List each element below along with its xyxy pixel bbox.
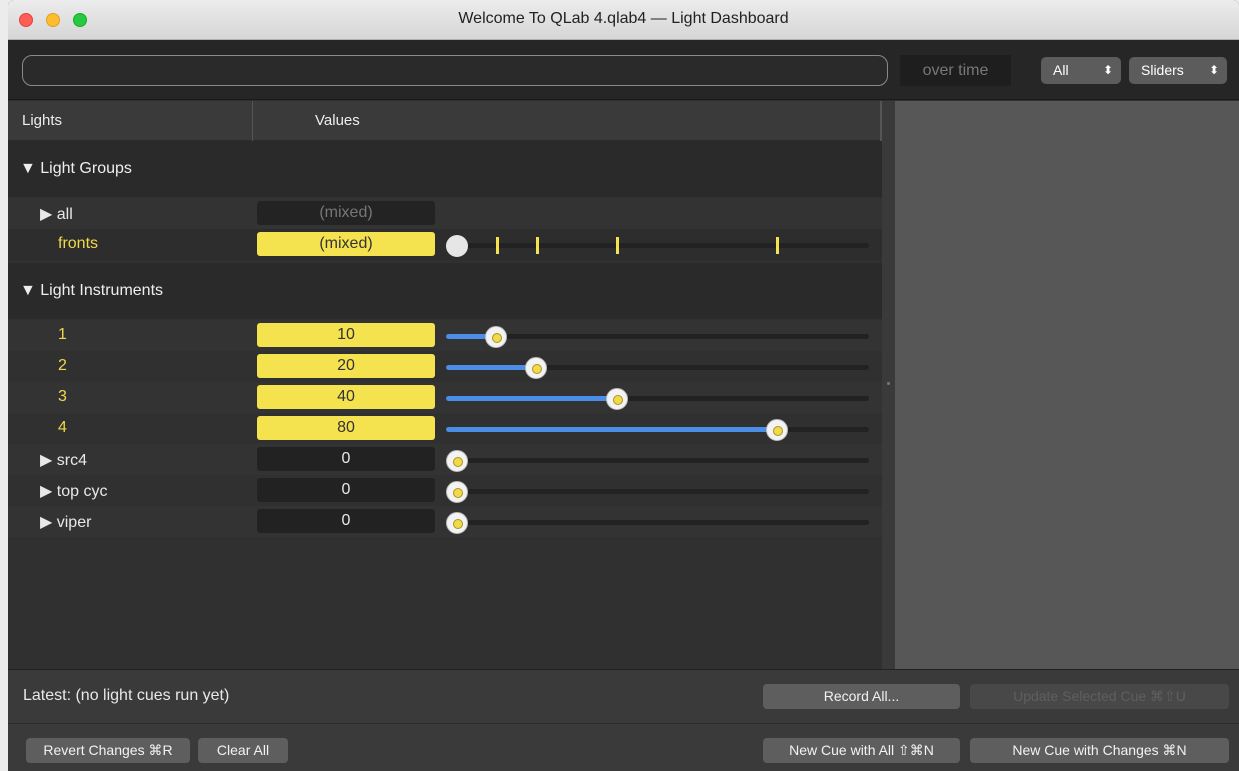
toolbar: over time All ⬍ Sliders ⬍ — [8, 40, 1239, 100]
table-row-instrument-2[interactable]: 2 20 — [8, 351, 882, 382]
search-input[interactable] — [22, 55, 888, 86]
popup-arrows-icon: ⬍ — [1208, 63, 1219, 77]
row-name: 2 — [58, 357, 67, 374]
light-instruments-section[interactable]: ▼ Light Instruments — [8, 263, 882, 319]
window-title: Welcome To QLab 4.qlab4 — Light Dashboar… — [458, 10, 789, 27]
column-header-values[interactable]: Values — [315, 101, 360, 141]
value-field[interactable]: 80 — [257, 416, 435, 440]
view-mode-popup[interactable]: Sliders ⬍ — [1129, 57, 1227, 84]
table-row-instrument-4[interactable]: 4 80 — [8, 413, 882, 444]
level-slider[interactable] — [446, 419, 869, 441]
level-tick-mark — [496, 237, 499, 254]
table-row-instrument-src4[interactable]: ▶ src4 0 — [8, 444, 882, 475]
slider-knob[interactable] — [446, 512, 468, 534]
slider-fill — [446, 396, 616, 401]
title-bar: Welcome To QLab 4.qlab4 — Light Dashboar… — [8, 0, 1239, 40]
slider-knob[interactable] — [446, 481, 468, 503]
value-field[interactable]: 20 — [257, 354, 435, 378]
filter-popup-label: All — [1053, 62, 1069, 78]
slider-knob[interactable] — [485, 326, 507, 348]
row-name: fronts — [58, 235, 99, 252]
clear-all-button[interactable]: Clear All — [198, 738, 288, 763]
level-tick-mark — [776, 237, 779, 254]
slider-knob[interactable] — [446, 235, 468, 257]
value-field[interactable]: (mixed) — [257, 201, 435, 225]
slider-knob[interactable] — [766, 419, 788, 441]
table-row-group-all[interactable]: ▶ all (mixed) — [8, 198, 882, 229]
value-field[interactable]: 0 — [257, 478, 435, 502]
filter-popup[interactable]: All ⬍ — [1041, 57, 1121, 84]
popup-arrows-icon: ⬍ — [1102, 63, 1113, 77]
value-field[interactable]: 10 — [257, 323, 435, 347]
level-slider[interactable] — [446, 481, 869, 503]
value-field[interactable]: (mixed) — [257, 232, 435, 256]
slider-fill — [446, 427, 777, 432]
new-cue-with-changes-button[interactable]: New Cue with Changes ⌘N — [970, 738, 1229, 763]
splitter-grip-icon — [887, 382, 890, 385]
level-slider[interactable] — [446, 357, 869, 379]
table-row-group-fronts[interactable]: fronts (mixed) — [8, 229, 882, 260]
pane-splitter[interactable] — [882, 101, 895, 669]
level-slider[interactable] — [446, 326, 869, 348]
level-slider[interactable] — [446, 235, 869, 257]
row-name: ▶ all — [40, 206, 73, 223]
column-divider[interactable] — [252, 101, 253, 141]
slider-knob[interactable] — [606, 388, 628, 410]
value-field[interactable]: 0 — [257, 447, 435, 471]
light-groups-section[interactable]: ▼ Light Groups — [8, 141, 882, 197]
row-name: ▶ src4 — [40, 452, 87, 469]
footer-status-bar: Latest: (no light cues run yet) Record A… — [8, 669, 1239, 723]
footer-action-bar: Revert Changes ⌘R Clear All New Cue with… — [8, 723, 1239, 771]
revert-changes-button[interactable]: Revert Changes ⌘R — [26, 738, 190, 763]
level-tick-mark — [616, 237, 619, 254]
over-time-field[interactable]: over time — [900, 55, 1011, 86]
row-name: 1 — [58, 326, 67, 343]
light-dashboard-window: Welcome To QLab 4.qlab4 — Light Dashboar… — [8, 0, 1239, 771]
row-name: ▶ top cyc — [40, 483, 108, 500]
row-name: 3 — [58, 388, 67, 405]
column-header-lights[interactable]: Lights — [22, 101, 62, 141]
slider-fill — [446, 365, 536, 370]
slider-knob[interactable] — [525, 357, 547, 379]
update-selected-cue-button[interactable]: Update Selected Cue ⌘⇧U — [970, 684, 1229, 709]
value-field[interactable]: 40 — [257, 385, 435, 409]
inspector-pane — [895, 101, 1239, 669]
table-row-instrument-viper[interactable]: ▶ viper 0 — [8, 506, 882, 537]
row-name: ▶ viper — [40, 514, 92, 531]
section-label: ▼ Light Instruments — [20, 282, 164, 299]
section-label: ▼ Light Groups — [20, 160, 132, 177]
level-slider[interactable] — [446, 388, 869, 410]
view-mode-popup-label: Sliders — [1141, 62, 1184, 78]
level-tick-mark — [536, 237, 539, 254]
new-cue-with-all-button[interactable]: New Cue with All ⇧⌘N — [763, 738, 960, 763]
lights-table: Lights Values ▼ Light Groups ▶ all (mixe… — [8, 101, 882, 669]
value-field[interactable]: 0 — [257, 509, 435, 533]
record-all-button[interactable]: Record All... — [763, 684, 960, 709]
table-row-instrument-3[interactable]: 3 40 — [8, 382, 882, 413]
table-row-instrument-top-cyc[interactable]: ▶ top cyc 0 — [8, 475, 882, 506]
latest-cue-status: Latest: (no light cues run yet) — [23, 687, 230, 704]
row-name: 4 — [58, 419, 67, 436]
level-slider[interactable] — [446, 450, 869, 472]
level-slider[interactable] — [446, 512, 869, 534]
table-header: Lights Values — [8, 101, 882, 141]
slider-knob[interactable] — [446, 450, 468, 472]
table-row-instrument-1[interactable]: 1 10 — [8, 320, 882, 351]
